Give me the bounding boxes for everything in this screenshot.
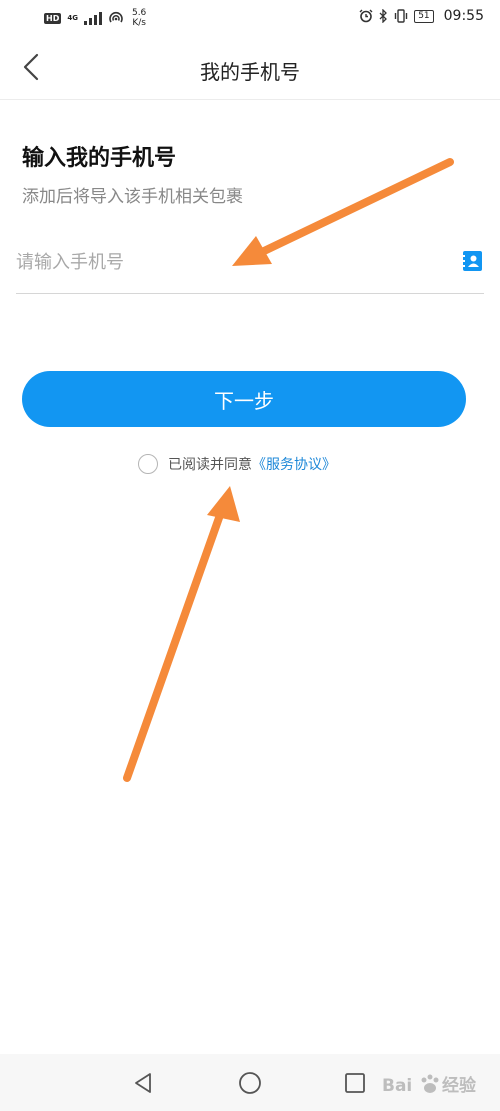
alarm-icon: [359, 9, 373, 23]
paw-icon: [421, 1074, 439, 1093]
phone-input[interactable]: [16, 242, 426, 282]
speed-value: 5.6: [131, 8, 147, 18]
next-step-button[interactable]: 下一步: [22, 371, 466, 427]
network-speed: 5.6 K/s: [132, 8, 146, 28]
status-right: 51 09:55: [359, 8, 484, 24]
baidu-watermark: Bai 经验: [382, 1074, 477, 1096]
vibrate-icon: [394, 9, 408, 23]
header-bar: 我的手机号: [0, 36, 500, 100]
battery-indicator: 51: [414, 9, 434, 23]
contact-book-icon: [461, 251, 482, 271]
contacts-button[interactable]: [460, 249, 484, 273]
form-heading: 输入我的手机号: [22, 146, 177, 171]
hd-badge: HD: [44, 12, 62, 24]
status-left: HD 4G 5.6 K/s: [44, 8, 146, 28]
arrow-to-agreement: [123, 486, 240, 782]
system-home-button[interactable]: [237, 1070, 263, 1096]
status-bar: HD 4G 5.6 K/s 51 09:55: [0, 0, 500, 34]
circle-home-icon: [239, 1072, 261, 1094]
speed-unit: K/s: [132, 18, 146, 28]
form-subtext: 添加后将导入该手机相关包裹: [22, 187, 243, 207]
agreement-text: 已阅读并同意: [168, 457, 252, 473]
bluetooth-icon: [379, 9, 388, 23]
hotspot-icon: [109, 11, 123, 23]
triangle-back-icon: [135, 1073, 151, 1093]
input-underline: [16, 293, 484, 294]
page-title: 我的手机号: [200, 60, 300, 84]
network-type: 4G: [67, 14, 78, 22]
watermark-logo: Bai: [382, 1076, 412, 1096]
service-agreement-link[interactable]: 《服务协议》: [252, 454, 336, 474]
signal-icon: [83, 11, 102, 25]
system-recent-button[interactable]: [342, 1070, 368, 1096]
system-back-button[interactable]: [130, 1070, 156, 1096]
watermark-label: 经验: [442, 1075, 477, 1096]
agreement-row: 已阅读并同意 《服务协议》: [138, 452, 336, 476]
status-time: 09:55: [443, 8, 484, 24]
agreement-checkbox[interactable]: [138, 454, 158, 474]
square-recent-icon: [345, 1073, 365, 1093]
